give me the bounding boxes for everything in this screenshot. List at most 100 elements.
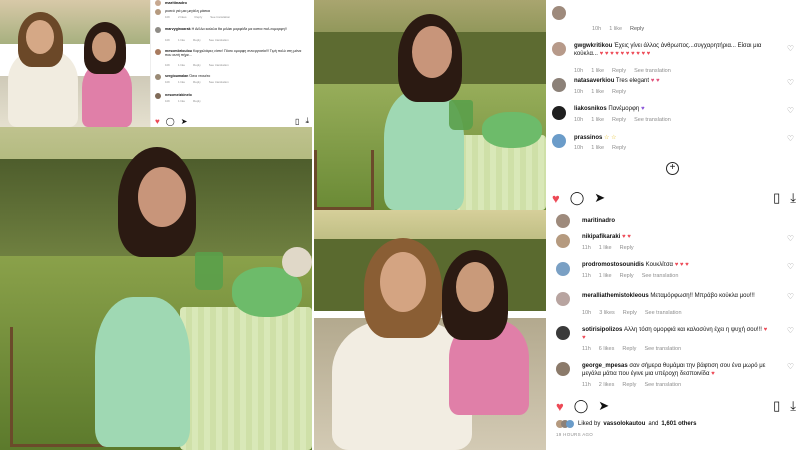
comment-username[interactable]: meralliathemistokleous bbox=[582, 293, 649, 299]
liked-by-count[interactable]: 1,601 others bbox=[661, 421, 696, 427]
like-comment-heart-icon[interactable]: ♡ bbox=[787, 78, 794, 87]
share-icon[interactable]: ➤ bbox=[181, 117, 188, 126]
like-comment-heart-icon[interactable]: ♡ bbox=[787, 362, 794, 371]
comment-likes[interactable]: 1 like bbox=[599, 273, 612, 279]
comment-time: 11h bbox=[582, 245, 591, 251]
tr-action-bar: ♥ ◯ ➤ ▯ ⤓ bbox=[552, 190, 796, 206]
reply-link[interactable]: Reply bbox=[193, 38, 201, 42]
reply-link[interactable]: Reply bbox=[612, 89, 626, 95]
comment-username[interactable]: marvyginoarak bbox=[165, 27, 191, 31]
like-comment-heart-icon[interactable]: ♡ bbox=[787, 326, 794, 335]
comment-row: gwgwkritikou Έχεις γίνει άλλος άνθρωπος.… bbox=[546, 40, 800, 76]
like-comment-heart-icon[interactable]: ♡ bbox=[787, 262, 794, 271]
like-comment-heart-icon[interactable]: ♡ bbox=[787, 44, 794, 53]
left-main-photo bbox=[0, 127, 312, 450]
load-more-comments-button[interactable]: + bbox=[666, 162, 679, 175]
see-translation-link[interactable]: See translation bbox=[644, 346, 681, 352]
reply-link[interactable]: Reply bbox=[623, 310, 637, 316]
reply-link[interactable]: Reply bbox=[193, 99, 201, 103]
comment-username[interactable]: gwgwkritikou bbox=[574, 43, 612, 49]
bookmark-icon[interactable]: ▯ bbox=[773, 190, 780, 206]
reply-link[interactable]: Reply bbox=[195, 15, 203, 19]
heart-icon[interactable]: ♥ bbox=[552, 191, 560, 206]
reply-link[interactable]: Reply bbox=[622, 346, 636, 352]
reply-link[interactable]: Reply bbox=[612, 145, 626, 151]
comment-icon[interactable]: ◯ bbox=[570, 190, 585, 206]
heart-emojis: ♥ ♥ bbox=[622, 234, 631, 240]
comment-username[interactable]: prodromostosounidis bbox=[582, 262, 644, 268]
reply-link[interactable]: Reply bbox=[630, 26, 644, 32]
br-action-bar: ♥ ◯ ➤ ▯ ⤓ bbox=[556, 398, 796, 414]
green-glass-cup bbox=[195, 252, 223, 290]
see-translation-link[interactable]: See translation bbox=[210, 15, 230, 19]
see-translation-link[interactable]: See translation bbox=[642, 273, 679, 279]
comment-row: nikipafikaraki ♥ ♥ 11h 1 like Reply ♡ bbox=[546, 232, 800, 256]
comment-username[interactable]: george_mpesas bbox=[582, 363, 628, 369]
comment-icon[interactable]: ◯ bbox=[166, 117, 175, 126]
see-translation-link[interactable]: See translation bbox=[209, 80, 229, 84]
comment-likes[interactable]: 1 like bbox=[591, 89, 604, 95]
see-translation-link[interactable]: See translation bbox=[209, 63, 229, 67]
reply-link[interactable]: Reply bbox=[193, 80, 201, 84]
reply-link[interactable]: Reply bbox=[620, 273, 634, 279]
see-translation-link[interactable]: See translation bbox=[634, 117, 671, 123]
comment-likes[interactable]: 1 like bbox=[609, 26, 622, 32]
girl-mint-dress bbox=[95, 297, 190, 447]
comment-likes[interactable]: 1 like bbox=[591, 145, 604, 151]
see-translation-link[interactable]: See translation bbox=[209, 38, 229, 42]
comment-time: 10h bbox=[582, 310, 592, 316]
reply-link[interactable]: Reply bbox=[622, 382, 636, 388]
avatar bbox=[552, 134, 566, 148]
comment-icon[interactable]: ◯ bbox=[574, 398, 589, 414]
comment-likes[interactable]: 1 like bbox=[591, 68, 604, 74]
heart-emojis: ♥ bbox=[640, 106, 645, 112]
see-translation-link[interactable]: See translation bbox=[645, 310, 682, 316]
comment-username[interactable]: maritinadro bbox=[165, 0, 187, 5]
heart-icon[interactable]: ♥ bbox=[556, 399, 564, 414]
comment-username[interactable]: natasaverkiou bbox=[574, 78, 614, 84]
liked-by-row: Liked by vassolokautou and 1,601 others bbox=[556, 418, 796, 430]
heart-icon[interactable]: ♥ bbox=[155, 117, 160, 126]
comment-likes[interactable]: 1 like bbox=[599, 245, 612, 251]
download-icon[interactable]: ⤓ bbox=[790, 190, 796, 206]
reply-link[interactable]: Reply bbox=[612, 68, 626, 74]
comment-likes[interactable]: 2 likes bbox=[599, 382, 615, 388]
download-icon[interactable]: ⤓ bbox=[790, 398, 796, 414]
comment-likes[interactable]: 1 like bbox=[178, 80, 185, 84]
comment-likes[interactable]: 1 like bbox=[178, 63, 185, 67]
like-comment-heart-icon[interactable]: ♡ bbox=[787, 234, 794, 243]
share-icon[interactable]: ➤ bbox=[598, 398, 609, 414]
reply-link[interactable]: Reply bbox=[612, 117, 626, 123]
reply-link[interactable]: Reply bbox=[193, 63, 201, 67]
bookmark-icon[interactable]: ▯ bbox=[773, 398, 780, 414]
comment-username[interactable]: sotirisipolizos bbox=[582, 327, 622, 333]
comment-username[interactable]: liakosnikos bbox=[574, 106, 607, 112]
comment-likes[interactable]: 2 likes bbox=[178, 15, 187, 19]
comment-likes[interactable]: 1 like bbox=[178, 38, 185, 42]
comment-likes[interactable]: 6 likes bbox=[599, 346, 615, 352]
like-comment-heart-icon[interactable]: ♡ bbox=[787, 292, 794, 301]
comment-username[interactable]: mesombrioulou bbox=[165, 49, 192, 53]
comment-username[interactable]: sergioumalan bbox=[165, 74, 188, 78]
comment-time: 10h bbox=[574, 68, 584, 74]
comment-time: 10h bbox=[165, 80, 171, 84]
bookmark-icon[interactable]: ▯ bbox=[295, 117, 299, 126]
comment-username[interactable]: nesomeizkinelo bbox=[165, 93, 192, 97]
comment-likes[interactable]: 3 likes bbox=[599, 310, 615, 316]
see-translation-link[interactable]: See translation bbox=[644, 382, 681, 388]
heart-emojis: ♥ bbox=[711, 371, 715, 377]
liked-by-username[interactable]: vassolokautou bbox=[603, 421, 645, 427]
like-comment-heart-icon[interactable]: ♡ bbox=[787, 106, 794, 115]
comment-username[interactable]: nikipafikaraki bbox=[582, 234, 620, 240]
comment-body: Μεταμόρφωση!! Μπράβο κούκλα μου!!! bbox=[650, 293, 755, 299]
download-icon[interactable]: ⤓ bbox=[305, 116, 309, 126]
comment-username[interactable]: prassinos bbox=[574, 135, 602, 141]
tl-photo bbox=[0, 0, 150, 127]
comment-likes[interactable]: 1 like bbox=[591, 117, 604, 123]
like-comment-heart-icon[interactable]: ♡ bbox=[787, 134, 794, 143]
share-icon[interactable]: ➤ bbox=[594, 190, 605, 206]
comment-username[interactable]: maritinadro bbox=[582, 218, 615, 224]
see-translation-link[interactable]: See translation bbox=[634, 68, 671, 74]
comment-likes[interactable]: 1 like bbox=[178, 99, 185, 103]
reply-link[interactable]: Reply bbox=[620, 245, 634, 251]
